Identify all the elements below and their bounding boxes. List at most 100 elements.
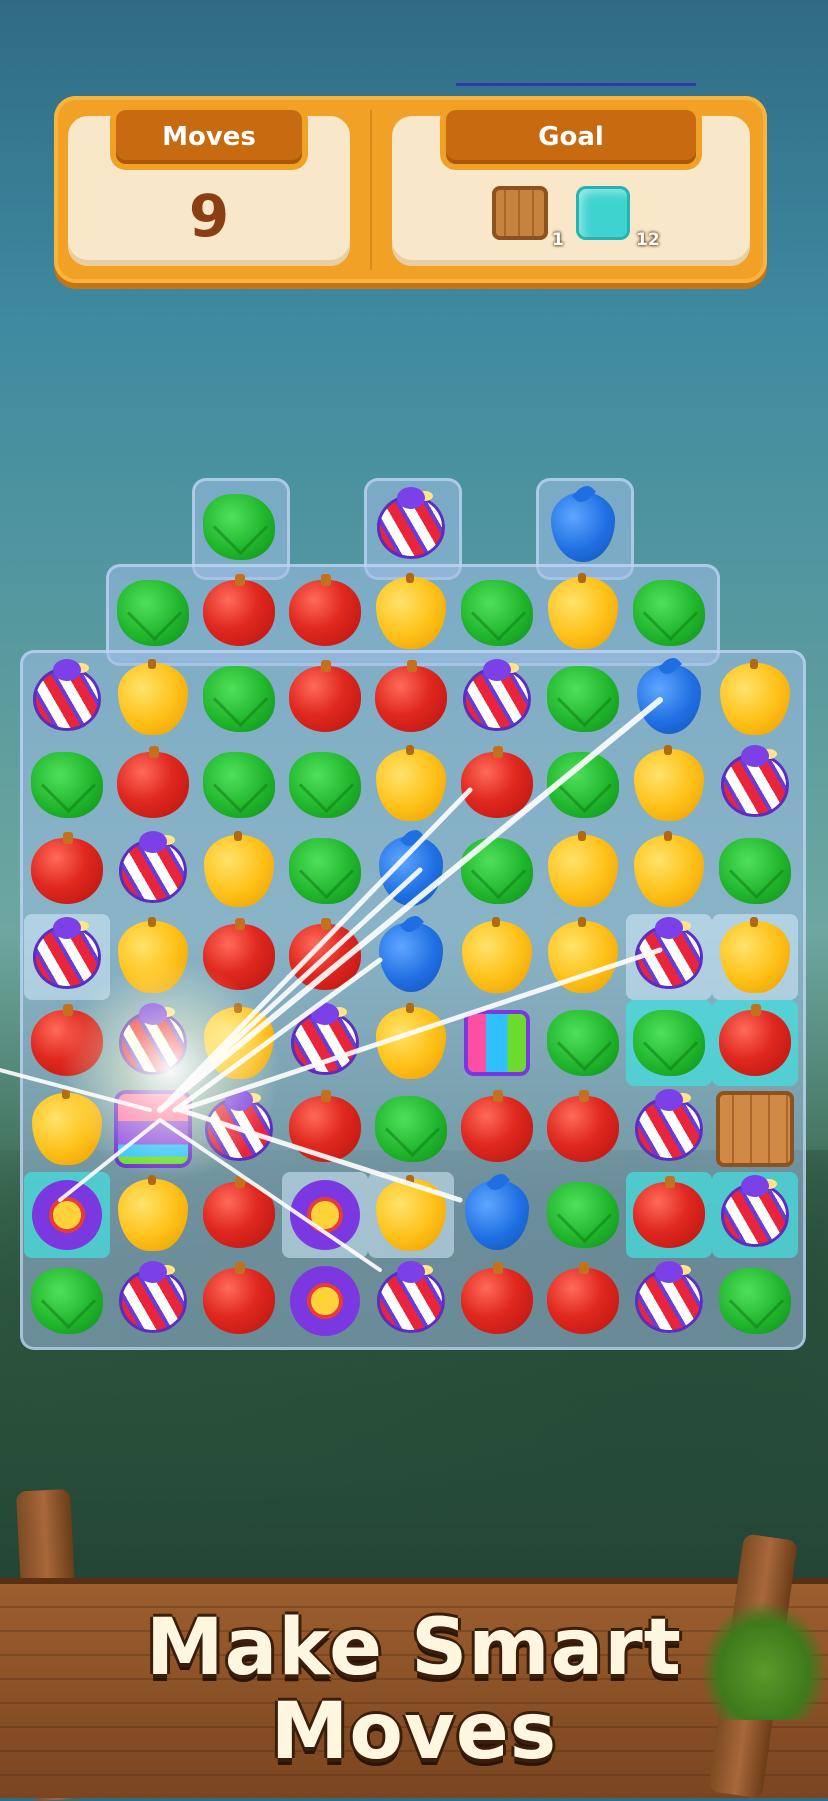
board-cell[interactable] xyxy=(282,656,368,742)
apple-icon xyxy=(31,1004,103,1076)
board-cell[interactable] xyxy=(110,742,196,828)
leaf-icon xyxy=(31,1268,103,1334)
pear-icon xyxy=(634,745,704,821)
board-cell[interactable] xyxy=(626,1000,712,1086)
board-cell[interactable] xyxy=(368,570,454,656)
goal-ice-count: 12 xyxy=(636,230,660,250)
board-cell[interactable] xyxy=(24,1258,110,1344)
leaf-icon xyxy=(719,1268,791,1334)
board-cell[interactable] xyxy=(368,656,454,742)
board-cell[interactable] xyxy=(626,1258,712,1344)
board-cell[interactable] xyxy=(24,828,110,914)
board-cell[interactable] xyxy=(712,914,798,1000)
board-cell[interactable] xyxy=(196,828,282,914)
board-cell[interactable] xyxy=(540,1086,626,1172)
board-cell[interactable] xyxy=(282,1172,368,1258)
board-cell[interactable] xyxy=(196,742,282,828)
board-cell[interactable] xyxy=(110,656,196,742)
board-cell[interactable] xyxy=(368,742,454,828)
board-cell[interactable] xyxy=(712,656,798,742)
leaf-icon xyxy=(547,666,619,732)
board-cell[interactable] xyxy=(540,914,626,1000)
board-cell[interactable] xyxy=(196,1086,282,1172)
board-cell[interactable] xyxy=(454,1086,540,1172)
board-cell[interactable] xyxy=(110,1000,196,1086)
board-cell[interactable] xyxy=(712,1258,798,1344)
candy-icon xyxy=(721,1175,789,1247)
board-cell[interactable] xyxy=(24,1086,110,1172)
board-cell[interactable] xyxy=(454,1258,540,1344)
candy-icon xyxy=(721,745,789,817)
board-cell[interactable] xyxy=(540,1000,626,1086)
board-cell[interactable] xyxy=(282,1000,368,1086)
board-cell[interactable] xyxy=(282,828,368,914)
board-cell[interactable] xyxy=(282,570,368,656)
board-cell[interactable] xyxy=(110,1172,196,1258)
apple-icon xyxy=(719,1004,791,1076)
board-cell[interactable] xyxy=(540,656,626,742)
board-cell[interactable] xyxy=(454,828,540,914)
board-cell[interactable] xyxy=(110,828,196,914)
board-cell[interactable] xyxy=(626,914,712,1000)
board-cell[interactable] xyxy=(24,1000,110,1086)
board-cell[interactable] xyxy=(368,1086,454,1172)
board-cell[interactable] xyxy=(712,1086,798,1172)
board-cell[interactable] xyxy=(196,570,282,656)
board-cell[interactable] xyxy=(196,1172,282,1258)
board-cell[interactable] xyxy=(196,1258,282,1344)
board-cell[interactable] xyxy=(626,656,712,742)
board-cell[interactable] xyxy=(454,742,540,828)
board-cell[interactable] xyxy=(282,1086,368,1172)
board-cell[interactable] xyxy=(196,484,282,570)
board-cell[interactable] xyxy=(540,828,626,914)
board-cell[interactable] xyxy=(540,1172,626,1258)
board-cell[interactable] xyxy=(196,1000,282,1086)
candy-icon xyxy=(463,659,531,731)
board-cell[interactable] xyxy=(712,1000,798,1086)
board-cell[interactable] xyxy=(196,914,282,1000)
board-cell[interactable] xyxy=(282,914,368,1000)
board-cell[interactable] xyxy=(110,1086,196,1172)
leaf-icon xyxy=(117,580,189,646)
board-cell[interactable] xyxy=(24,656,110,742)
board-cell[interactable] xyxy=(110,914,196,1000)
board-cell[interactable] xyxy=(24,1172,110,1258)
board-cell[interactable] xyxy=(626,1172,712,1258)
pear-icon xyxy=(720,917,790,993)
board-cell[interactable] xyxy=(626,570,712,656)
board-cell[interactable] xyxy=(368,1172,454,1258)
board-cell[interactable] xyxy=(368,914,454,1000)
board-cell[interactable] xyxy=(368,484,454,570)
board-cell[interactable] xyxy=(712,742,798,828)
board-cell[interactable] xyxy=(454,570,540,656)
board-cell[interactable] xyxy=(454,656,540,742)
board-cell[interactable] xyxy=(24,742,110,828)
board-cell[interactable] xyxy=(540,742,626,828)
board-cell[interactable] xyxy=(454,1000,540,1086)
goal-crate: 1 xyxy=(492,186,564,250)
board-cell[interactable] xyxy=(368,828,454,914)
board-cell[interactable] xyxy=(626,1086,712,1172)
board-cell[interactable] xyxy=(712,828,798,914)
board-cell[interactable] xyxy=(110,1258,196,1344)
board-cell[interactable] xyxy=(454,914,540,1000)
board-cell[interactable] xyxy=(196,656,282,742)
leaf-icon xyxy=(547,1010,619,1076)
board-cell[interactable] xyxy=(282,1258,368,1344)
board-cell[interactable] xyxy=(540,484,626,570)
board-cell[interactable] xyxy=(368,1258,454,1344)
board-cell[interactable] xyxy=(712,1172,798,1258)
leaf-icon xyxy=(203,494,275,560)
pear-icon xyxy=(32,1089,102,1165)
board-cell[interactable] xyxy=(368,1000,454,1086)
board-cell[interactable] xyxy=(540,1258,626,1344)
apple-icon xyxy=(633,1176,705,1248)
board-cell[interactable] xyxy=(282,742,368,828)
board-cell[interactable] xyxy=(454,1172,540,1258)
board-cell[interactable] xyxy=(110,570,196,656)
board-cell[interactable] xyxy=(626,742,712,828)
board-cell[interactable] xyxy=(626,828,712,914)
board-cell[interactable] xyxy=(540,570,626,656)
candy-icon xyxy=(377,1261,445,1333)
board-cell[interactable] xyxy=(24,914,110,1000)
